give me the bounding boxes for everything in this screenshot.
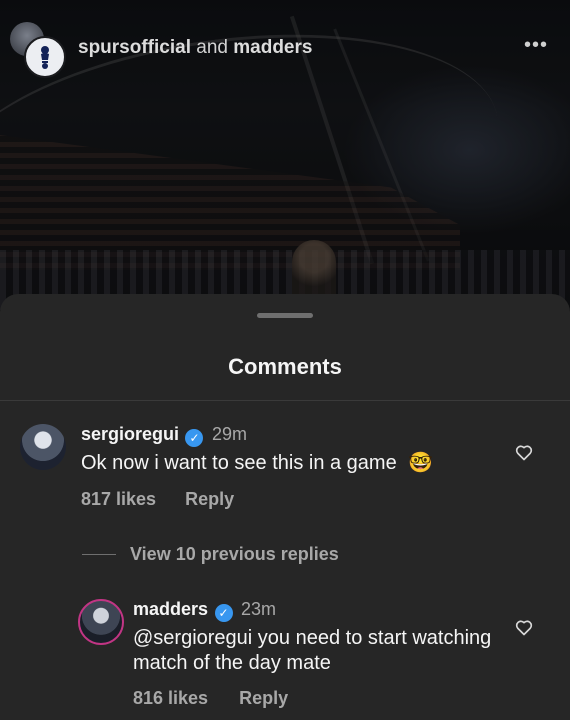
avatar-madders-reply[interactable] — [78, 599, 124, 645]
reply-username[interactable]: madders — [133, 599, 208, 619]
reply-time: 23m — [240, 599, 276, 619]
author-spursofficial[interactable]: spursofficial — [78, 37, 191, 58]
comment-likes[interactable]: 817 likes — [81, 489, 156, 509]
sheet-drag-handle[interactable] — [257, 313, 313, 318]
view-replies-label[interactable]: View 10 previous replies — [130, 544, 339, 565]
like-heart-icon[interactable] — [514, 617, 534, 637]
reply-likes[interactable]: 816 likes — [133, 688, 208, 708]
collab-avatars[interactable] — [10, 22, 66, 78]
more-horizontal-icon[interactable]: ••• — [524, 34, 548, 57]
authors-joiner: and — [196, 37, 228, 58]
like-heart-icon[interactable] — [514, 442, 534, 462]
comment-username[interactable]: sergioregui — [81, 424, 179, 444]
verified-badge-icon: ✓ — [185, 429, 204, 447]
verified-badge-icon: ✓ — [214, 604, 233, 622]
comment-meta: 817 likes Reply — [81, 489, 258, 510]
avatar-sergioregui[interactable] — [20, 424, 66, 470]
view-previous-replies[interactable]: View 10 previous replies — [82, 544, 339, 565]
divider — [0, 400, 570, 401]
post-authors: spursofficial and madders — [78, 37, 312, 59]
author-madders[interactable]: madders — [233, 37, 312, 58]
nerd-face-emoji: 🤓 — [408, 452, 434, 474]
post-header: spursofficial and madders ••• — [10, 22, 560, 78]
replies-line — [82, 554, 116, 555]
reply-reply-button[interactable]: Reply — [239, 688, 288, 708]
avatar-spursofficial[interactable] — [24, 36, 66, 78]
sheet-title: Comments — [228, 354, 342, 379]
comment-time: 29m — [211, 424, 247, 444]
comment-body: Ok now i want to see this in a game — [81, 452, 397, 474]
reply-mention[interactable]: @sergioregui — [133, 627, 252, 649]
comment-text: Ok now i want to see this in a game 🤓 — [81, 451, 433, 476]
reply-text: @sergioregui you need to start watching … — [133, 626, 493, 676]
comments-sheet: Comments sergioregui ✓ 29m Ok now i want… — [0, 294, 570, 720]
comment-reply-button[interactable]: Reply — [185, 489, 234, 509]
spurs-cockerel-icon — [41, 46, 49, 69]
reply-meta: 816 likes Reply — [133, 688, 312, 709]
